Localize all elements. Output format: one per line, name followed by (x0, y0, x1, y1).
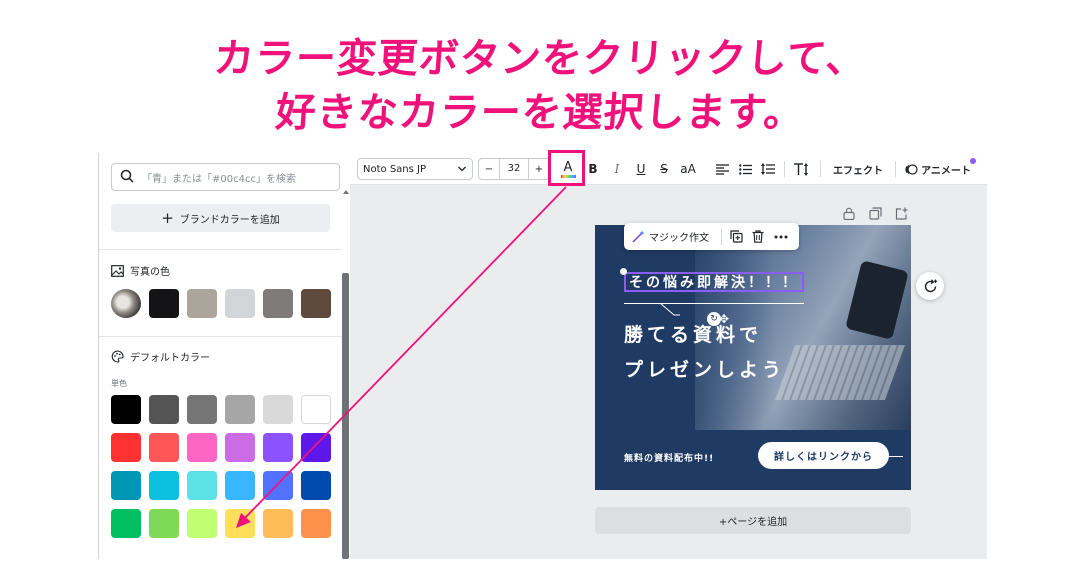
color-search-input[interactable]: 「青」または「#00c4cc」を検索 (111, 163, 340, 191)
font-size-stepper: − 32 + (478, 158, 550, 180)
more-options-icon[interactable] (774, 235, 788, 239)
default-colors-title: デフォルトカラー (111, 349, 210, 364)
letter-case-button[interactable]: aA (678, 159, 698, 179)
color-swatch[interactable] (263, 471, 293, 500)
font-size-increase-button[interactable]: + (529, 164, 549, 175)
color-panel: 「青」または「#00c4cc」を検索 + ブランドカラーを追加 写真の色 デフォ… (98, 153, 350, 559)
cta-pill[interactable]: 詳しくはリンクから (758, 442, 889, 469)
align-left-icon[interactable] (714, 159, 730, 179)
bullet-list-icon[interactable] (737, 159, 753, 179)
trash-icon[interactable] (752, 230, 764, 243)
color-swatch[interactable] (263, 395, 293, 424)
color-swatch[interactable] (187, 395, 217, 424)
decorative-line-bend (640, 303, 680, 316)
resize-handle[interactable] (620, 268, 627, 275)
toolbar-divider (721, 228, 722, 245)
add-brand-color-button[interactable]: + ブランドカラーを追加 (111, 204, 330, 232)
photo-color-swatch[interactable] (225, 289, 255, 318)
headline-text-1[interactable]: 勝てる資料で (624, 320, 762, 347)
search-placeholder: 「青」または「#00c4cc」を検索 (142, 173, 296, 185)
toolbar-divider (895, 161, 896, 177)
color-swatch[interactable] (187, 433, 217, 462)
add-brand-color-label: ブランドカラーを追加 (179, 214, 280, 226)
photo-color-swatch[interactable] (263, 289, 293, 318)
color-swatch[interactable] (187, 509, 217, 538)
photo-colors-label: 写真の色 (130, 267, 170, 278)
color-swatch[interactable] (225, 471, 255, 500)
notification-dot (970, 158, 976, 164)
solid-colors-label: 単色 (111, 379, 127, 388)
image-icon (111, 264, 124, 277)
color-swatch[interactable] (301, 509, 331, 538)
add-page-icon[interactable] (895, 205, 908, 224)
default-colors-label: デフォルトカラー (130, 353, 210, 364)
photo-colors-title: 写真の色 (111, 263, 170, 278)
design-card[interactable]: その悩み即解決！！！ ↻ ✥ 勝てる資料で プレゼンしよう 無料の資料配布中!!… (595, 225, 911, 490)
divider (99, 336, 342, 337)
distribution-text[interactable]: 無料の資料配布中!! (624, 451, 714, 464)
bold-button[interactable]: B (586, 159, 600, 179)
panel-scrollbar[interactable] (342, 273, 349, 559)
font-family-dropdown[interactable]: Noto Sans JP (357, 158, 473, 180)
magic-write-button[interactable]: マジック作文 (649, 229, 709, 244)
color-swatch[interactable] (263, 509, 293, 538)
add-page-button[interactable]: +ページを追加 (595, 507, 911, 534)
color-swatch[interactable] (111, 433, 141, 462)
color-swatch[interactable] (149, 509, 179, 538)
screenshot-root: カラー変更ボタンをクリックして、 好きなカラーを選択します。 「青」または「#0… (0, 0, 1081, 579)
photo-color-swatch[interactable] (187, 289, 217, 318)
divider (99, 249, 342, 250)
color-button-highlight (548, 150, 585, 186)
effects-button[interactable]: エフェクト (830, 159, 886, 179)
magic-wand-icon (632, 230, 645, 243)
color-swatch[interactable] (263, 433, 293, 462)
font-size-value[interactable]: 32 (499, 159, 529, 179)
color-swatch[interactable] (149, 471, 179, 500)
color-swatch[interactable] (301, 395, 331, 424)
photo-thumbnail-swatch[interactable] (111, 289, 141, 318)
refresh-icon[interactable] (916, 272, 944, 300)
duplicate-page-icon[interactable] (869, 205, 882, 224)
animate-label: アニメート (921, 165, 971, 177)
headline-line-1: カラー変更ボタンをクリックして、 (212, 36, 869, 82)
color-swatch[interactable] (111, 509, 141, 538)
headline-text-2[interactable]: プレゼンしよう (624, 355, 785, 382)
color-swatch[interactable] (225, 395, 255, 424)
search-icon (120, 168, 134, 187)
chevron-down-icon (457, 162, 467, 179)
color-swatch[interactable] (149, 395, 179, 424)
color-swatch[interactable] (225, 509, 255, 538)
font-family-value: Noto Sans JP (363, 163, 426, 175)
color-swatch[interactable] (301, 433, 331, 462)
strikethrough-button[interactable]: S (657, 159, 671, 179)
color-swatch[interactable] (149, 433, 179, 462)
line-spacing-icon[interactable] (760, 159, 776, 179)
lock-icon[interactable] (843, 205, 855, 224)
headline-line-2: 好きなカラーを選択します。 (274, 90, 807, 136)
magic-write-bar: マジック作文 (624, 223, 799, 250)
font-size-decrease-button[interactable]: − (479, 164, 499, 175)
plus-icon: + (161, 209, 174, 227)
text-size-icon[interactable] (792, 159, 812, 179)
selected-text-element[interactable]: その悩み即解決！！！ (624, 272, 804, 292)
toolbar-divider (784, 161, 785, 177)
photo-color-swatch[interactable] (149, 289, 179, 318)
decorative-line (889, 456, 903, 457)
scroll-up-icon[interactable] (343, 189, 349, 195)
copy-icon[interactable] (730, 230, 743, 243)
color-swatch[interactable] (301, 471, 331, 500)
keyboard-image (774, 345, 906, 400)
animate-icon (905, 163, 918, 176)
photo-color-swatch[interactable] (301, 289, 331, 318)
animate-button[interactable]: アニメート (902, 159, 974, 179)
color-swatch[interactable] (111, 395, 141, 424)
toolbar-divider (820, 161, 821, 177)
palette-icon (111, 350, 124, 363)
color-swatch[interactable] (225, 433, 255, 462)
color-swatch[interactable] (111, 471, 141, 500)
text-toolbar: Noto Sans JP − 32 + A B I U S aA エフェクト ア… (350, 150, 987, 186)
italic-button[interactable]: I (610, 159, 624, 179)
underline-button[interactable]: U (634, 159, 648, 179)
color-swatch[interactable] (187, 471, 217, 500)
